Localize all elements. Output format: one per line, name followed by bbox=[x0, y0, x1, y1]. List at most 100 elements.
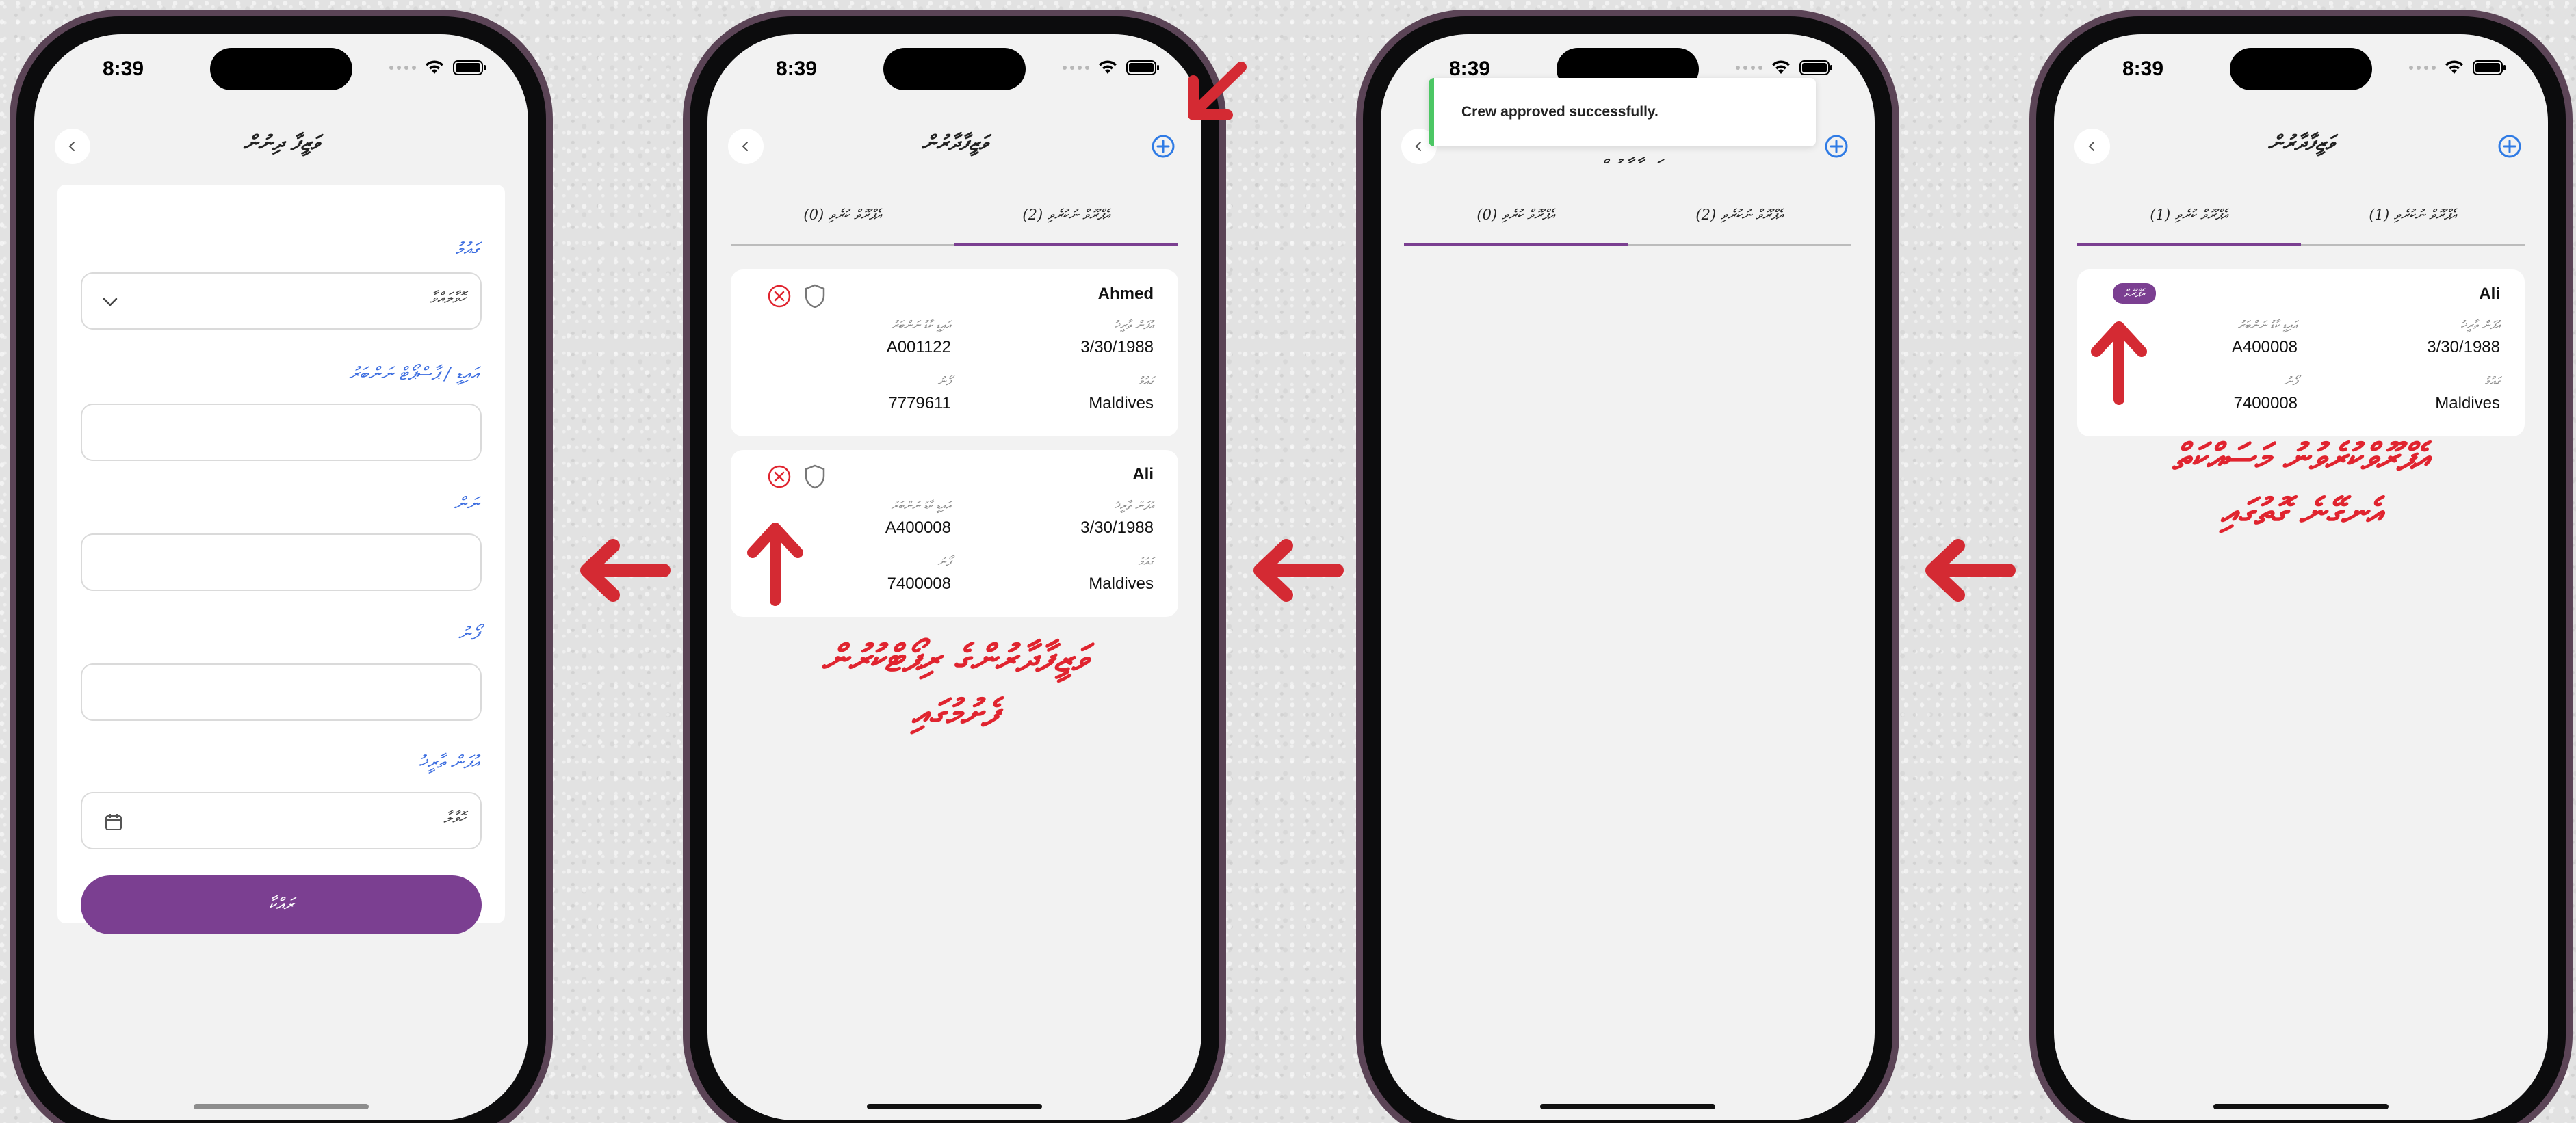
dynamic-island bbox=[883, 48, 1026, 90]
phone-bezel: 8:39 ވަޒީފާދާރުން އެޕްރޫވް ކުރެވި (1) އެ… bbox=[2036, 16, 2566, 1123]
add-crew-button[interactable] bbox=[1145, 129, 1181, 164]
flow-arrow-left-icon bbox=[1925, 539, 2016, 602]
country-field: ގައުމު Maldives bbox=[1003, 555, 1154, 594]
home-indicator bbox=[2213, 1104, 2389, 1109]
tab-unapproved[interactable]: އެޕްރޫވް ނުކުރެވި (2) bbox=[1628, 196, 1851, 244]
status-time: 8:39 bbox=[103, 57, 144, 80]
calendar-icon bbox=[105, 814, 122, 830]
status-icons bbox=[389, 60, 486, 75]
success-toast: Crew approved successfully. bbox=[1429, 78, 1816, 146]
plus-circle-icon bbox=[2498, 135, 2521, 158]
status-time: 8:39 bbox=[2122, 57, 2164, 80]
id-value: A001122 bbox=[886, 338, 951, 356]
wifi-icon bbox=[426, 60, 443, 74]
tab-unapproved[interactable]: އެޕްރޫވް ނުކުރެވި (1) bbox=[2301, 196, 2525, 244]
phone-label: ފޯނު bbox=[2284, 375, 2298, 388]
card-actions bbox=[766, 283, 827, 309]
tab-approved[interactable]: އެޕްރޫވް ކުރެވި (0) bbox=[731, 196, 954, 244]
plus-circle-icon bbox=[1152, 135, 1175, 158]
phone-label: ފޯނު bbox=[937, 555, 951, 569]
wifi-icon bbox=[1772, 60, 1790, 74]
country-label: ގައުމު bbox=[1138, 375, 1154, 388]
id-value: A400008 bbox=[2231, 338, 2298, 356]
dob-value: 3/30/1988 bbox=[1080, 338, 1154, 356]
phone-frame-toast: 8:39 ވަޒީފާދާރުން Crew approved successf… bbox=[1356, 10, 1899, 1123]
country-select[interactable]: ހޮވާލައްވާ bbox=[81, 272, 482, 330]
phone-label: ފޯނު bbox=[458, 624, 479, 644]
add-crew-button[interactable] bbox=[2492, 129, 2527, 164]
home-indicator bbox=[867, 1104, 1042, 1109]
phone-label: ފޯނު bbox=[937, 375, 951, 388]
phone-value: 7779611 bbox=[888, 394, 951, 412]
dob-label: އުފަން ތާރީޚު bbox=[1114, 319, 1154, 332]
crew-name: Ahmed bbox=[1097, 285, 1154, 303]
dob-label: އުފަން ތާރީޚު bbox=[418, 752, 479, 773]
annotation-text: ވަޒީފާދާރުންގެ ރިޕޯޓްކުރުން bbox=[821, 636, 1088, 680]
dob-value: 3/30/1988 bbox=[1080, 518, 1154, 537]
country-value: Maldives bbox=[1089, 394, 1154, 412]
dob-field: އުފަން ތާރީޚު 3/30/1988 bbox=[1003, 499, 1154, 538]
flow-arrow-left-icon bbox=[580, 539, 671, 602]
home-indicator bbox=[1540, 1104, 1715, 1109]
page-title: ވަޒީފާ ދިނުން bbox=[243, 131, 320, 155]
approve-shield-icon[interactable] bbox=[803, 464, 827, 490]
dob-placeholder: ހޮވާލާ bbox=[443, 810, 465, 827]
crew-name: Ali bbox=[2479, 285, 2500, 303]
phone-value: 7400008 bbox=[887, 574, 951, 593]
tab-unapproved[interactable]: އެޕްރޫވް ނުކުރެވި (2) bbox=[954, 196, 1178, 246]
chevron-left-icon bbox=[1415, 142, 1421, 151]
home-indicator bbox=[194, 1104, 369, 1109]
signal-icon bbox=[2409, 66, 2436, 70]
approved-list-screen: 8:39 ވަޒީފާދާރުން އެޕްރޫވް ކުރެވި (1) އެ… bbox=[2054, 34, 2548, 1120]
dynamic-island bbox=[210, 48, 352, 90]
card-actions bbox=[766, 464, 827, 490]
page-title: ވަޒީފާދާރުން bbox=[921, 131, 988, 155]
phone-value: 7400008 bbox=[2233, 394, 2298, 412]
country-label: ގައުމު bbox=[455, 239, 479, 260]
phone-field: ފޯނު 7779611 bbox=[801, 375, 951, 413]
save-button[interactable]: ރައްކާ bbox=[81, 875, 482, 934]
crew-list-screen: 8:39 ވަޒީފާދާރުން އެޕްރޫވް ކުރެވި (0) އެ… bbox=[707, 34, 1201, 1120]
phone-frame-approved-list: 8:39 ވަޒީފާދާރުން އެޕްރޫވް ކުރެވި (1) އެ… bbox=[2029, 10, 2573, 1123]
status-time: 8:39 bbox=[1449, 57, 1491, 80]
name-input[interactable] bbox=[81, 533, 482, 591]
country-field: ގައުމު Maldives bbox=[2350, 375, 2500, 413]
crew-name: Ali bbox=[1132, 465, 1154, 484]
crew-form: ގައުމު ހޮވާލައްވާ އައިޑީ / ޕާސްޕޯޓް ނަން… bbox=[57, 185, 505, 934]
id-passport-label: އައިޑީ / ޕާސްޕޯޓް ނަންބަރު bbox=[348, 364, 479, 384]
id-passport-input[interactable] bbox=[81, 404, 482, 461]
phone-field: ފޯނު 7400008 bbox=[801, 555, 951, 594]
annotation-text: ފެށުމުގައި bbox=[911, 691, 998, 735]
tab-approved[interactable]: އެޕްރޫވް ކުރެވި (1) bbox=[2077, 196, 2301, 246]
id-label: އައިޑީ ކާޑު ނަންބަރު bbox=[891, 499, 951, 513]
status-icons bbox=[2409, 60, 2506, 75]
approved-badge: އެޕްރޫވް bbox=[2113, 283, 2156, 304]
crew-card[interactable]: Ahmed އުފަން ތާރީޚު 3/30/1988 އައިޑީ ކާޑު… bbox=[731, 269, 1178, 436]
phone-bezel: 8:39 ވަޒީފާދާރުން Crew approved successf… bbox=[1363, 16, 1892, 1123]
country-label: ގައުމު bbox=[2484, 375, 2500, 388]
chevron-down-icon bbox=[103, 298, 118, 306]
id-label: އައިޑީ ކާޑު ނަންބަރު bbox=[2237, 319, 2298, 332]
battery-icon bbox=[2473, 60, 2506, 75]
phone-input[interactable] bbox=[81, 663, 482, 721]
dob-label: އުފަން ތާރީޚު bbox=[2460, 319, 2500, 332]
signal-icon bbox=[389, 66, 416, 70]
reject-icon[interactable] bbox=[766, 464, 792, 490]
phone-field: ފޯނު 7400008 bbox=[2147, 375, 2298, 413]
status-icons bbox=[1736, 60, 1832, 75]
add-crew-button[interactable] bbox=[1819, 129, 1854, 164]
approval-tabs: އެޕްރޫވް ކުރެވި (0) އެޕްރޫވް ނުކުރެވި (2… bbox=[731, 196, 1178, 246]
wifi-icon bbox=[1099, 60, 1117, 74]
phone-frame-add-crew: 8:39 ވަޒީފާ ދިނުން ގައުމު ހޮވާލައްވާ އައ… bbox=[10, 10, 553, 1123]
annotation-arrow-diagonal-icon bbox=[1188, 62, 1247, 120]
approved-toast-screen: 8:39 ވަޒީފާދާރުން Crew approved successf… bbox=[1381, 34, 1875, 1120]
tab-approved[interactable]: އެޕްރޫވް ކުރެވި (0) bbox=[1404, 196, 1628, 246]
annotation-text: އެޕްރޫވްކުރެވުނު މަސައްކަތް bbox=[2172, 435, 2430, 479]
id-field: އައިޑީ ކާޑު ނަންބަރު A001122 bbox=[801, 319, 951, 357]
country-field: ގައުމު Maldives bbox=[1003, 375, 1154, 413]
dob-picker[interactable]: ހޮވާލާ bbox=[81, 792, 482, 849]
dynamic-island bbox=[2230, 48, 2372, 90]
reject-icon[interactable] bbox=[766, 283, 792, 309]
plus-circle-icon bbox=[1825, 135, 1848, 158]
approve-shield-icon[interactable] bbox=[803, 283, 827, 309]
